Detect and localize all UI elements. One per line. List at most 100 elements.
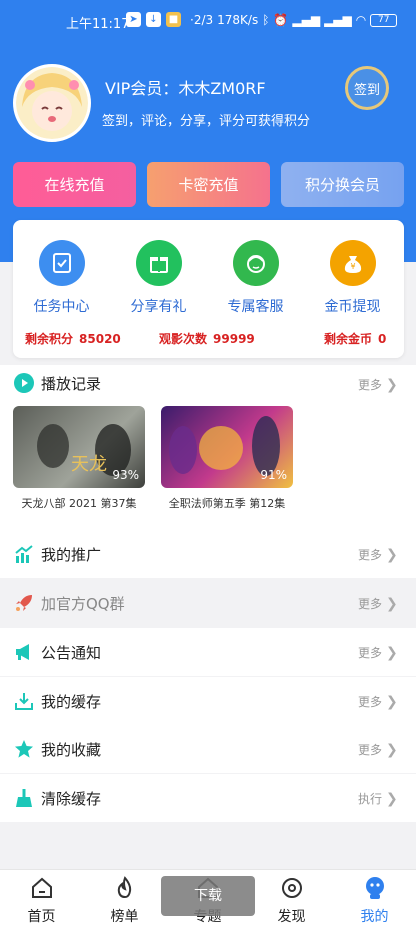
discover-icon — [281, 878, 302, 898]
checkin-button[interactable]: 签到 — [345, 66, 389, 110]
my-favorites-row[interactable]: 我的收藏 更多 ❯ — [0, 725, 416, 773]
remaining-coins: 剩余金币 0 — [324, 330, 386, 347]
share-gift-label: 分享有礼 — [130, 299, 187, 315]
more-label: 执行 — [358, 792, 383, 806]
chevron-right-icon: ❯ — [386, 694, 398, 710]
points-value: 85020 — [79, 332, 121, 346]
profile-name: VIP会员：木木ZM0RF — [105, 79, 266, 98]
chevron-right-icon: ❯ — [386, 742, 398, 758]
video-thumbnail: 天龙 93% — [13, 406, 145, 488]
nav-ranking-label: 榜单 — [110, 909, 139, 925]
chevron-right-icon: ❯ — [386, 791, 398, 807]
announcement-row[interactable]: 公告通知 更多 ❯ — [0, 628, 416, 676]
row-label: 清除缓存 — [41, 790, 102, 808]
more-label: 更多 — [358, 548, 383, 562]
share-gift-item[interactable]: 分享有礼 — [110, 240, 207, 316]
status-right: ·2/3 178K/s ᛒ ⏰ ▂▄▆ ▂▄▆ ◠ 77 — [190, 13, 398, 27]
remaining-points: 剩余积分 85020 — [25, 330, 121, 347]
task-center-label: 任务中心 — [33, 299, 90, 315]
coin-withdraw-label: 金币提现 — [324, 299, 381, 315]
video-card[interactable]: 天龙 93% 天龙八部 2021 第37集 — [13, 406, 145, 512]
more-label: 更多 — [358, 378, 383, 392]
row-more[interactable]: 更多 ❯ — [358, 595, 398, 612]
chart-growth-icon — [15, 545, 33, 563]
view-count: 观影次数 99999 — [159, 330, 255, 347]
nav-mine[interactable]: 我的 — [333, 876, 416, 926]
row-label: 我的收藏 — [41, 741, 102, 759]
service-icon — [232, 240, 279, 286]
nav-ranking[interactable]: 榜单 — [83, 876, 166, 926]
notification-icons: ➤ ↓ ■ — [126, 12, 181, 27]
play-history-title: 播放记录 — [41, 375, 102, 393]
profile-description: 签到，评论，分享，评分可获得积分 — [102, 114, 311, 129]
money-bag-icon: ¥ — [329, 240, 376, 286]
views-label: 观影次数 — [159, 332, 208, 346]
video-thumbnail: 91% — [161, 406, 293, 488]
status-time: 上午11:17 — [66, 17, 130, 32]
network-speed: 178K/s — [217, 13, 259, 27]
chevron-right-icon: ❯ — [386, 547, 398, 563]
svg-text:¥: ¥ — [350, 262, 355, 271]
row-more[interactable]: 更多 ❯ — [358, 693, 398, 710]
play-history-more[interactable]: 更多 ❯ — [358, 376, 398, 393]
video-title: 天龙八部 2021 第37集 — [21, 497, 137, 510]
more-label: 更多 — [358, 597, 383, 611]
rocket-icon — [16, 595, 32, 611]
svg-text:天龙: 天龙 — [71, 454, 107, 475]
card-recharge-button[interactable]: 卡密充值 — [147, 162, 270, 207]
points-exchange-button[interactable]: 积分换会员 — [281, 162, 404, 207]
function-card: 任务中心 分享有礼 专属客服 ¥ 金币提现 剩余积分 85020 观影次数 9999… — [13, 220, 404, 358]
wifi-icon: ◠ — [355, 13, 367, 27]
gift-icon — [135, 240, 182, 286]
more-label: 更多 — [358, 646, 383, 660]
home-icon — [31, 877, 52, 898]
nav-home[interactable]: 首页 — [0, 876, 83, 926]
nav-discover[interactable]: 发现 — [250, 876, 333, 926]
star-icon — [15, 740, 33, 758]
play-icon — [14, 373, 34, 393]
watch-progress: 91% — [260, 468, 287, 482]
points-label: 剩余积分 — [25, 332, 74, 346]
telegram-icon: ➤ — [126, 12, 141, 27]
download-notify-icon: ↓ — [146, 12, 161, 27]
coin-withdraw-item[interactable]: ¥ 金币提现 — [304, 240, 401, 316]
row-label: 公告通知 — [41, 644, 102, 662]
row-more[interactable]: 更多 ❯ — [358, 741, 398, 758]
broom-icon — [16, 789, 32, 807]
row-more[interactable]: 更多 ❯ — [358, 546, 398, 563]
download-icon — [15, 693, 33, 710]
task-icon — [38, 240, 85, 286]
bluetooth-icon: ᛒ — [262, 13, 270, 27]
more-label: 更多 — [358, 695, 383, 709]
battery-icon: 77 — [370, 13, 398, 27]
coins-value: 0 — [378, 332, 387, 346]
qq-group-row[interactable]: 加官方QQ群 更多 ❯ — [0, 579, 416, 627]
online-recharge-button[interactable]: 在线充值 — [13, 162, 136, 207]
video-title: 全职法师第五季 第12集 — [168, 497, 286, 510]
my-promotion-row[interactable]: 我的推广 更多 ❯ — [0, 530, 416, 578]
my-cache-row[interactable]: 我的缓存 更多 ❯ — [0, 677, 416, 725]
more-label: 更多 — [358, 743, 383, 757]
row-label: 加官方QQ群 — [41, 595, 125, 613]
chevron-right-icon: ❯ — [386, 596, 398, 612]
app-notify-icon: ■ — [166, 12, 181, 27]
row-more[interactable]: 执行 ❯ — [358, 790, 398, 807]
megaphone-icon — [16, 644, 29, 660]
signal-icon: ▂▄▆ — [292, 13, 321, 27]
watch-progress: 93% — [112, 468, 139, 482]
avatar[interactable] — [13, 64, 91, 142]
clear-cache-row[interactable]: 清除缓存 执行 ❯ — [0, 774, 416, 822]
flame-icon — [117, 876, 131, 899]
task-center-item[interactable]: 任务中心 — [13, 240, 110, 316]
nav-home-label: 首页 — [27, 909, 56, 925]
status-bar: 上午11:17 ➤ ↓ ■ ·2/3 178K/s ᛒ ⏰ ▂▄▆ ▂▄▆ ◠ … — [0, 0, 416, 44]
customer-service-item[interactable]: 专属客服 — [207, 240, 304, 316]
nav-discover-label: 发现 — [277, 909, 306, 925]
row-label: 我的缓存 — [41, 693, 102, 711]
row-more[interactable]: 更多 ❯ — [358, 644, 398, 661]
views-value: 99999 — [213, 332, 255, 346]
nav-mine-label: 我的 — [360, 909, 389, 925]
download-toast: 下载 — [161, 876, 255, 916]
page-indicator: ·2/3 — [190, 13, 214, 27]
video-card[interactable]: 91% 全职法师第五季 第12集 — [161, 406, 293, 512]
